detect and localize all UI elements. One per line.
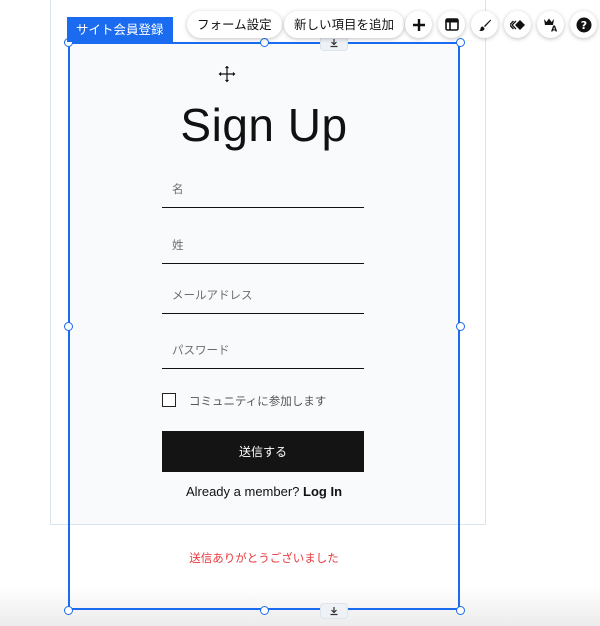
layout-button[interactable] xyxy=(438,11,465,38)
animation-button[interactable] xyxy=(504,11,531,38)
success-message: 送信ありがとうございました xyxy=(189,551,339,565)
resize-handle-top-center[interactable] xyxy=(260,38,269,47)
add-new-field-button[interactable]: 新しい項目を追加 xyxy=(284,11,405,38)
svg-text:A: A xyxy=(551,25,558,33)
already-member-text: Already a member? xyxy=(185,484,300,499)
first-name-field[interactable] xyxy=(162,172,364,208)
password-field[interactable] xyxy=(162,333,364,369)
help-button[interactable]: ? xyxy=(570,11,597,38)
add-button[interactable] xyxy=(405,11,432,38)
plus-icon xyxy=(412,18,425,31)
anchor-download-icon-top[interactable] xyxy=(321,36,347,50)
site-members-tag[interactable]: サイト会員登録 xyxy=(67,17,173,42)
help-icon: ? xyxy=(576,17,591,32)
resize-handle-middle-left[interactable] xyxy=(64,322,73,331)
svg-text:?: ? xyxy=(580,19,586,32)
first-name-input[interactable] xyxy=(172,172,357,206)
resize-handle-middle-right[interactable] xyxy=(456,322,465,331)
animation-icon xyxy=(509,19,525,30)
email-field[interactable] xyxy=(162,278,364,314)
submit-button[interactable]: 送信する xyxy=(162,431,364,472)
login-link[interactable]: Log In xyxy=(303,484,342,499)
anchor-download-icon-bottom[interactable] xyxy=(321,604,347,618)
resize-handle-top-right[interactable] xyxy=(456,38,465,47)
form-title: Sign Up xyxy=(180,99,348,151)
text-style-button[interactable]: A xyxy=(537,11,564,38)
email-input[interactable] xyxy=(172,278,357,312)
layout-icon xyxy=(444,18,459,31)
resize-handle-bottom-left[interactable] xyxy=(64,606,73,615)
last-name-field[interactable] xyxy=(162,228,364,264)
community-checkbox[interactable] xyxy=(162,393,176,407)
resize-handle-bottom-right[interactable] xyxy=(456,606,465,615)
form-settings-button[interactable]: フォーム設定 xyxy=(187,11,282,38)
resize-handle-bottom-center[interactable] xyxy=(260,606,269,615)
text-style-icon: A xyxy=(543,18,558,33)
move-cursor-icon xyxy=(217,64,237,84)
already-member-line: Already a member? Log In xyxy=(70,484,458,499)
design-button[interactable] xyxy=(471,11,498,38)
password-input[interactable] xyxy=(172,333,357,367)
last-name-input[interactable] xyxy=(172,228,357,262)
brush-icon xyxy=(478,19,491,31)
community-checkbox-label: コミュニティに参加します xyxy=(189,394,327,408)
